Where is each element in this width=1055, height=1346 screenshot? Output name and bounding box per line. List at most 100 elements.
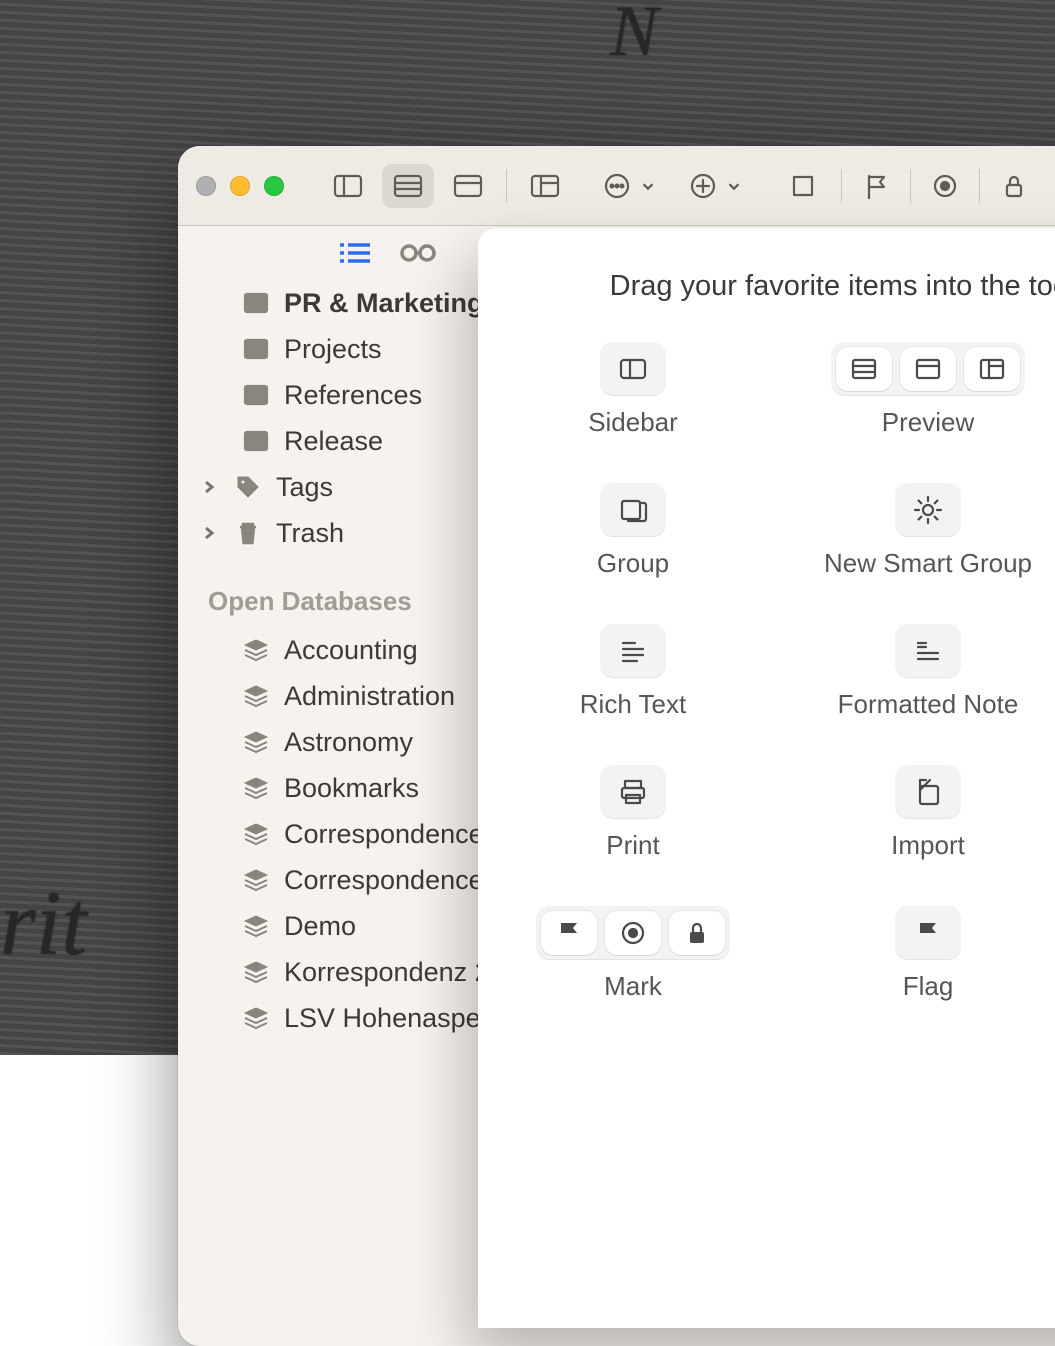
flag-icon [860, 170, 892, 202]
toggle-sidebar-button[interactable] [322, 164, 374, 208]
customize-toolbar-sheet: Drag your favorite items into the toolba… [478, 228, 1055, 1328]
lock-solid-icon [681, 917, 713, 949]
preview-pane-button-2[interactable] [442, 164, 494, 208]
sidebar-item-label: Korrespondenz 2 [284, 957, 490, 988]
titlebar [178, 146, 1055, 226]
reading-view-icon[interactable] [398, 243, 438, 263]
customize-chip [601, 343, 665, 395]
group-stack-icon [617, 494, 649, 526]
zoom-window-button[interactable] [264, 176, 284, 196]
new-menu-button[interactable] [687, 164, 743, 208]
customize-item-label: Flag [903, 971, 954, 1002]
trash-icon [234, 519, 262, 547]
flag-solid-icon [553, 917, 585, 949]
toolbar-separator [841, 169, 842, 203]
unread-toggle-button[interactable] [773, 164, 833, 208]
customize-item-import[interactable]: Import [778, 766, 1055, 861]
sidebar-item-label: References [284, 380, 422, 411]
customize-item-flag[interactable]: Flag [778, 907, 1055, 1002]
minimize-window-button[interactable] [230, 176, 250, 196]
square-icon [787, 170, 819, 202]
formattednote-icon [912, 635, 944, 667]
disclosure-chevron-icon [200, 478, 218, 496]
customize-item-label: Import [891, 830, 965, 861]
customize-item-label: Sidebar [588, 407, 678, 438]
window-controls [196, 176, 284, 196]
gear-icon [912, 494, 944, 526]
import-icon [912, 776, 944, 808]
tag-icon [234, 473, 262, 501]
preview-pane-button-3[interactable] [519, 164, 571, 208]
customize-chipset [537, 907, 729, 959]
disclosure-chevron-icon [200, 524, 218, 542]
customize-item-label: New Smart Group [824, 548, 1032, 579]
customize-item-label: Rich Text [580, 689, 686, 720]
customize-item-formattednote[interactable]: Formatted Note [778, 625, 1055, 720]
chevron-down-icon [725, 177, 743, 195]
close-window-button[interactable] [196, 176, 216, 196]
sidebar-item-label: PR & Marketing [284, 288, 484, 319]
preview-pane-button-1[interactable] [382, 164, 434, 208]
sidebar-item-label: Astronomy [284, 727, 413, 758]
sidebar-item-label: Administration [284, 681, 455, 712]
database-icon [242, 912, 270, 940]
preview-side-icon [976, 353, 1008, 385]
group-icon [242, 381, 270, 409]
sidebar-item-label: Tags [276, 472, 333, 503]
customize-item-label: Formatted Note [838, 689, 1019, 720]
customize-chipset [832, 343, 1024, 395]
customize-item-smart-group[interactable]: New Smart Group [778, 484, 1055, 579]
customize-item-mark[interactable]: Mark [508, 907, 758, 1002]
target-icon [929, 170, 961, 202]
flag-solid-icon [912, 917, 944, 949]
sidebar-item-label: Demo [284, 911, 356, 942]
group-icon [242, 427, 270, 455]
toolbar-view-group [322, 164, 571, 208]
sidebar-item-label: Trash [276, 518, 344, 549]
app-window: PR & Marketing Projects References Relea… [178, 146, 1055, 1346]
preview-split-icon [452, 170, 484, 202]
database-icon [242, 774, 270, 802]
group-icon [242, 289, 270, 317]
customize-sheet-title: Drag your favorite items into the toolba… [508, 270, 1055, 303]
lock-toggle-button[interactable] [988, 164, 1040, 208]
chevron-down-icon [639, 177, 657, 195]
action-menu-button[interactable] [601, 164, 657, 208]
customize-item-label: Print [606, 830, 659, 861]
richtext-icon [617, 635, 649, 667]
sidebar-item-label: Bookmarks [284, 773, 419, 804]
flag-toggle-button[interactable] [850, 164, 902, 208]
group-icon [242, 335, 270, 363]
sidebar-item-label: Correspondence [284, 819, 484, 850]
customize-item-group[interactable]: Group [508, 484, 758, 579]
database-icon [242, 820, 270, 848]
database-icon [242, 958, 270, 986]
target-icon [617, 917, 649, 949]
preview-side-icon [529, 170, 561, 202]
toolbar-action-group [601, 164, 657, 208]
sidebar-item-label: LSV Hohenasper [284, 1003, 490, 1034]
toolbar-separator [979, 169, 980, 203]
list-view-icon[interactable] [338, 241, 372, 265]
database-icon [242, 682, 270, 710]
sidebar-item-label: Accounting [284, 635, 418, 666]
lock-icon [998, 170, 1030, 202]
database-icon [242, 1004, 270, 1032]
database-icon [242, 728, 270, 756]
toolbar-new-group [687, 164, 743, 208]
customize-item-preview[interactable]: Preview [778, 343, 1055, 438]
customize-item-richtext[interactable]: Rich Text [508, 625, 758, 720]
printer-icon [617, 776, 649, 808]
plus-circle-icon [687, 170, 719, 202]
toolbar-mark-group [773, 164, 1040, 208]
customize-item-print[interactable]: Print [508, 766, 758, 861]
preview-pane-icon [392, 170, 424, 202]
database-icon [242, 636, 270, 664]
ellipsis-circle-icon [601, 170, 633, 202]
customize-item-sidebar[interactable]: Sidebar [508, 343, 758, 438]
sidebar-item-label: Release [284, 426, 383, 457]
customize-items-grid: Sidebar Preview Group New Smart Group [508, 343, 1055, 1002]
preview-lines-icon [848, 353, 880, 385]
customize-item-label: Group [597, 548, 669, 579]
label-toggle-button[interactable] [919, 164, 971, 208]
